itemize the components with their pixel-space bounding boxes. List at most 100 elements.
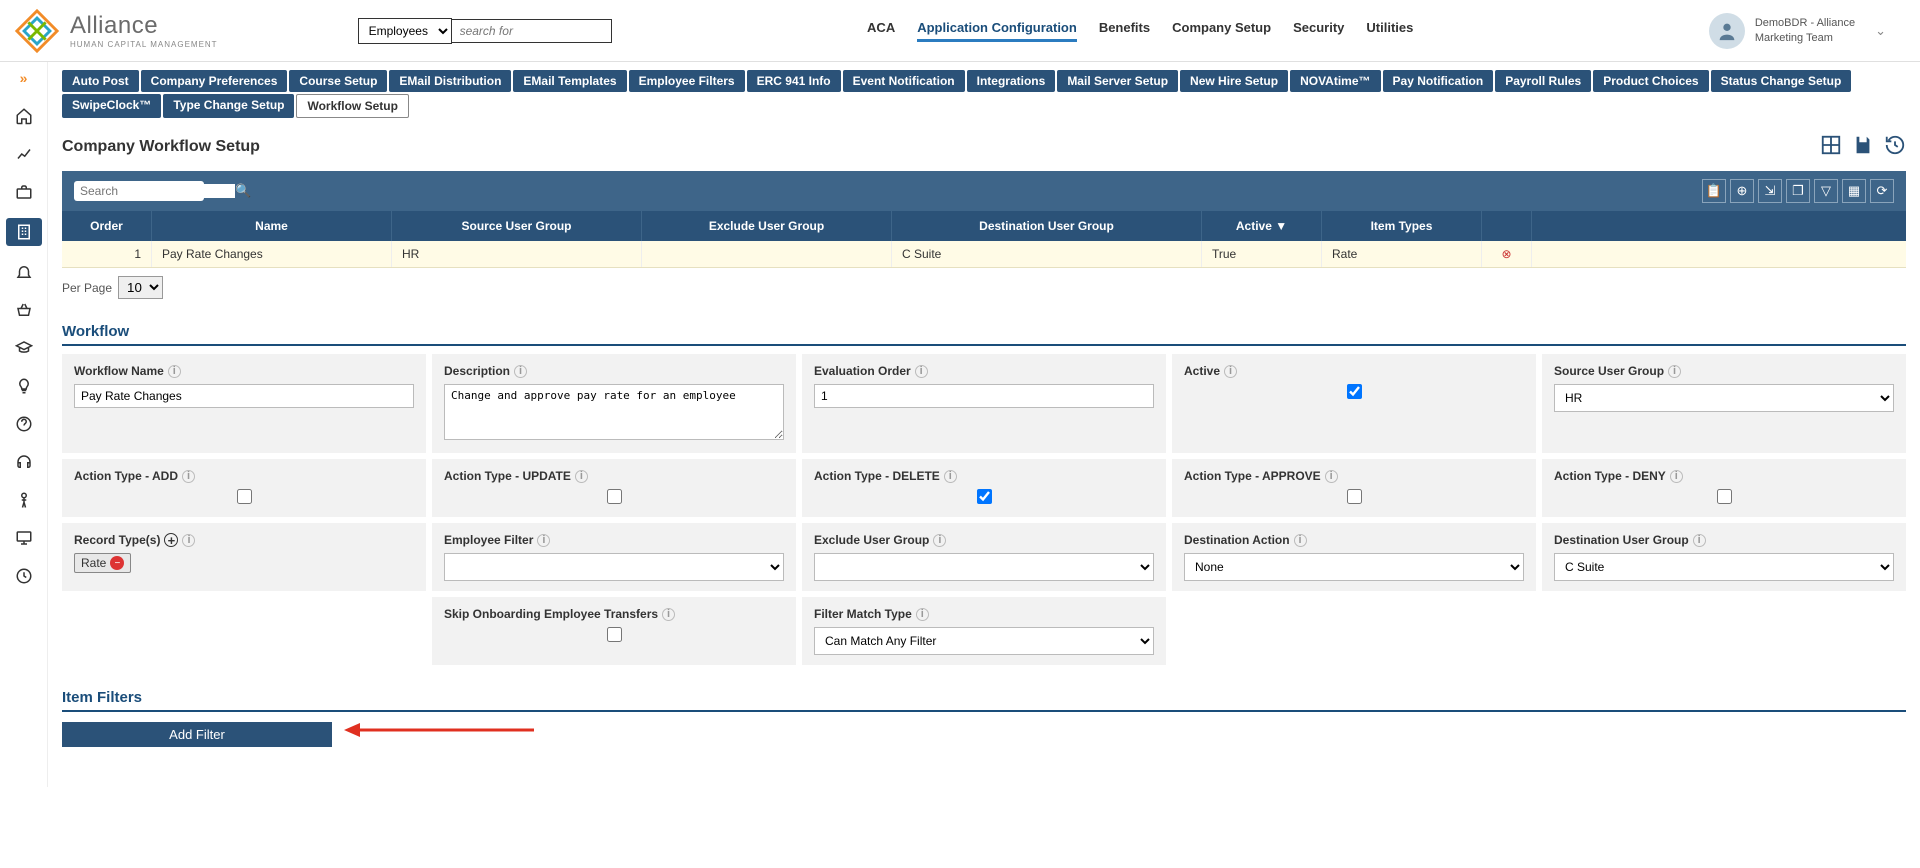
info-icon[interactable]: i [916, 608, 929, 621]
col-active[interactable]: Active ▼ [1202, 211, 1322, 241]
tab-erc-941-info[interactable]: ERC 941 Info [747, 70, 841, 92]
filter-icon[interactable]: ▽ [1814, 179, 1838, 203]
emp-filter-select[interactable] [444, 553, 784, 581]
info-icon[interactable]: i [1294, 534, 1307, 547]
info-icon[interactable]: i [168, 365, 181, 378]
dest-group-select[interactable]: C Suite [1554, 553, 1894, 581]
add-icon[interactable]: ⊕ [1730, 179, 1754, 203]
delete-row-icon[interactable]: ⊗ [1482, 241, 1532, 267]
person-icon[interactable] [8, 488, 40, 512]
exclude-group-select[interactable] [814, 553, 1154, 581]
history-icon[interactable] [1884, 134, 1906, 159]
col-dest[interactable]: Destination User Group [892, 211, 1202, 241]
tab-auto-post[interactable]: Auto Post [62, 70, 139, 92]
info-icon[interactable]: i [1325, 470, 1338, 483]
tab-new-hire-setup[interactable]: New Hire Setup [1180, 70, 1288, 92]
tab-integrations[interactable]: Integrations [967, 70, 1056, 92]
nav-utilities[interactable]: Utilities [1366, 20, 1413, 42]
col-exclude[interactable]: Exclude User Group [642, 211, 892, 241]
tab-event-notification[interactable]: Event Notification [843, 70, 965, 92]
basket-icon[interactable] [8, 298, 40, 322]
workflow-name-input[interactable] [74, 384, 414, 408]
remove-tag-icon[interactable]: − [110, 556, 124, 570]
info-icon[interactable]: i [944, 470, 957, 483]
grid-view-icon[interactable] [1820, 134, 1842, 159]
info-icon[interactable]: i [575, 470, 588, 483]
info-icon[interactable]: i [182, 470, 195, 483]
info-icon[interactable]: i [915, 365, 928, 378]
search-input[interactable] [452, 19, 612, 43]
action-delete-checkbox[interactable] [977, 489, 992, 504]
user-menu[interactable]: DemoBDR - Alliance Marketing Team ⌄ [1709, 13, 1886, 49]
filter-match-select[interactable]: Can Match Any Filter [814, 627, 1154, 655]
clock-icon[interactable] [8, 564, 40, 588]
tab-course-setup[interactable]: Course Setup [289, 70, 387, 92]
home-icon[interactable] [8, 104, 40, 128]
bulb-icon[interactable] [8, 374, 40, 398]
action-deny-checkbox[interactable] [1717, 489, 1732, 504]
info-icon[interactable]: i [537, 534, 550, 547]
action-add-checkbox[interactable] [237, 489, 252, 504]
export-icon[interactable]: ⇲ [1758, 179, 1782, 203]
tab-novatime-[interactable]: NOVAtime™ [1290, 70, 1380, 92]
skip-onboard-checkbox[interactable] [607, 627, 622, 642]
dest-action-select[interactable]: None [1184, 553, 1524, 581]
action-approve-checkbox[interactable] [1347, 489, 1362, 504]
add-filter-button[interactable]: Add Filter [62, 722, 332, 747]
save-icon[interactable] [1852, 134, 1874, 159]
tab-pay-notification[interactable]: Pay Notification [1383, 70, 1494, 92]
info-icon[interactable]: i [1693, 534, 1706, 547]
nav-security[interactable]: Security [1293, 20, 1344, 42]
help-icon[interactable] [8, 412, 40, 436]
info-icon[interactable]: i [662, 608, 675, 621]
briefcase-icon[interactable] [8, 180, 40, 204]
grid-search-input[interactable] [80, 184, 235, 198]
analytics-icon[interactable] [8, 142, 40, 166]
table-row[interactable]: 1 Pay Rate Changes HR C Suite True Rate … [62, 241, 1906, 268]
tab-workflow-setup[interactable]: Workflow Setup [296, 94, 408, 118]
bell-icon[interactable] [8, 260, 40, 284]
active-checkbox[interactable] [1347, 384, 1362, 399]
nav-company-setup[interactable]: Company Setup [1172, 20, 1271, 42]
action-update-checkbox[interactable] [607, 489, 622, 504]
clipboard-icon[interactable]: 📋 [1702, 179, 1726, 203]
tab-mail-server-setup[interactable]: Mail Server Setup [1057, 70, 1178, 92]
tab-company-preferences[interactable]: Company Preferences [141, 70, 288, 92]
headset-icon[interactable] [8, 450, 40, 474]
info-icon[interactable]: i [1224, 365, 1237, 378]
copy-icon[interactable]: ❐ [1786, 179, 1810, 203]
add-record-type-icon[interactable]: + [164, 533, 178, 547]
search-icon[interactable]: 🔍 [235, 183, 251, 199]
eval-order-input[interactable] [814, 384, 1154, 408]
search-scope-select[interactable]: Employees [358, 18, 452, 44]
col-order[interactable]: Order [62, 211, 152, 241]
tab-product-choices[interactable]: Product Choices [1593, 70, 1708, 92]
monitor-icon[interactable] [8, 526, 40, 550]
info-icon[interactable]: i [933, 534, 946, 547]
nav-benefits[interactable]: Benefits [1099, 20, 1150, 42]
tab-email-distribution[interactable]: EMail Distribution [389, 70, 511, 92]
nav-application-configuration[interactable]: Application Configuration [917, 20, 1077, 42]
tab-email-templates[interactable]: EMail Templates [513, 70, 626, 92]
col-item[interactable]: Item Types [1322, 211, 1482, 241]
col-source[interactable]: Source User Group [392, 211, 642, 241]
rail-collapse-icon[interactable]: » [20, 70, 28, 86]
col-name[interactable]: Name [152, 211, 392, 241]
tab-employee-filters[interactable]: Employee Filters [629, 70, 745, 92]
tab-payroll-rules[interactable]: Payroll Rules [1495, 70, 1591, 92]
graduation-icon[interactable] [8, 336, 40, 360]
tab-type-change-setup[interactable]: Type Change Setup [163, 94, 294, 118]
tab-status-change-setup[interactable]: Status Change Setup [1711, 70, 1852, 92]
nav-aca[interactable]: ACA [867, 20, 895, 42]
info-icon[interactable]: i [514, 365, 527, 378]
source-group-select[interactable]: HR [1554, 384, 1894, 412]
info-icon[interactable]: i [1670, 470, 1683, 483]
refresh-icon[interactable]: ⟳ [1870, 179, 1894, 203]
building-icon[interactable] [6, 218, 42, 246]
info-icon[interactable]: i [1668, 365, 1681, 378]
table-icon[interactable]: ▦ [1842, 179, 1866, 203]
tab-swipeclock-[interactable]: SwipeClock™ [62, 94, 161, 118]
info-icon[interactable]: i [182, 534, 195, 547]
per-page-select[interactable]: 10 [118, 276, 163, 299]
description-input[interactable]: Change and approve pay rate for an emplo… [444, 384, 784, 440]
